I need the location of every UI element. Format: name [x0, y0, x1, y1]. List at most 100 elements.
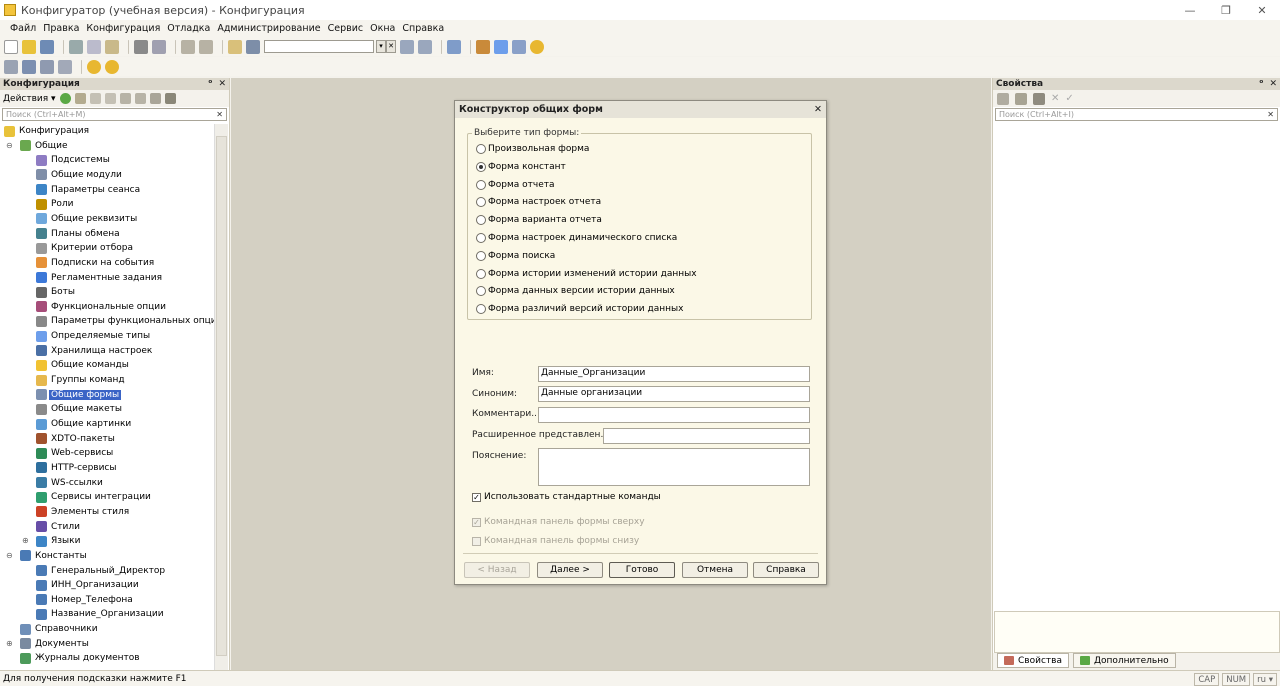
print-icon[interactable]	[134, 39, 148, 54]
tree-item[interactable]: Критерии отбора	[36, 241, 133, 255]
next-button[interactable]: Далее >	[537, 562, 603, 578]
menu-help[interactable]: Справка	[402, 23, 444, 34]
tab-additional[interactable]: Дополнительно	[1072, 653, 1176, 668]
form-type-radio[interactable]: Форма варианта отчета	[476, 215, 602, 226]
expand-icon[interactable]: ⊕	[6, 639, 14, 648]
toolbar-search-input[interactable]	[264, 40, 374, 53]
tab-properties[interactable]: Свойства	[997, 653, 1069, 668]
info-icon[interactable]	[530, 39, 544, 54]
form-type-radio[interactable]: Форма истории изменений истории данных	[476, 268, 697, 279]
windows-icon[interactable]	[447, 39, 461, 54]
back-button[interactable]: < Назад	[464, 562, 530, 578]
sort-icon[interactable]	[149, 93, 161, 104]
tree-item[interactable]: Параметры сеанса	[36, 183, 140, 197]
form-type-radio[interactable]: Форма настроек отчета	[476, 197, 601, 208]
tree-item[interactable]: ⊖ Общие	[6, 139, 68, 153]
tree-item-selected[interactable]: Общие формы	[36, 388, 122, 402]
find-prev-icon[interactable]	[418, 39, 432, 54]
dialog-close-icon[interactable]: ✕	[814, 104, 822, 115]
pin-icon[interactable]: ᵒ	[208, 79, 212, 89]
synonym-field[interactable]: Данные организации	[538, 386, 810, 402]
tree-item[interactable]: Подсистемы	[36, 153, 110, 167]
start-debug-icon[interactable]	[87, 59, 101, 74]
add-icon[interactable]	[59, 93, 71, 104]
tree-item[interactable]: Хранилища настроек	[36, 344, 152, 358]
standard-commands-checkbox[interactable]: ✓ Использовать стандартные команды	[472, 492, 661, 502]
config-db-icon[interactable]	[22, 59, 36, 74]
filter-icon[interactable]	[164, 93, 176, 104]
properties-search-input[interactable]: Поиск (Ctrl+Alt+I) ✕	[995, 108, 1278, 121]
tree-item[interactable]: WS-ссылки	[36, 476, 103, 490]
close-panel-icon[interactable]: ✕	[1269, 79, 1277, 89]
scrollbar-thumb[interactable]	[216, 136, 227, 656]
update-db-icon[interactable]	[40, 59, 54, 74]
form-type-radio[interactable]: Форма констант	[476, 161, 566, 172]
tree-item[interactable]: Регламентные задания	[36, 271, 162, 285]
search-dropdown-icon[interactable]: ▾	[376, 40, 386, 53]
extended-presentation-field[interactable]	[603, 428, 810, 444]
close-window-button[interactable]: ✕	[1244, 0, 1280, 20]
config-open-icon[interactable]	[4, 59, 18, 74]
redo-icon[interactable]	[199, 39, 213, 54]
tree-item[interactable]: Номер_Телефона	[36, 593, 133, 607]
move-down-icon[interactable]	[134, 93, 146, 104]
clear-configuration-search-icon[interactable]: ✕	[216, 110, 223, 119]
tree-item[interactable]: Общие макеты	[36, 402, 122, 416]
tree-item[interactable]: Роли	[36, 197, 74, 211]
help-button[interactable]: Справка	[753, 562, 819, 578]
close-panel-icon[interactable]: ✕	[218, 79, 226, 89]
clear-properties-search-icon[interactable]: ✕	[1267, 110, 1274, 119]
tree-item[interactable]: Параметры функциональных опций	[36, 314, 214, 328]
form-type-radio[interactable]: Произвольная форма	[476, 144, 589, 154]
collapse-icon[interactable]: ⊖	[6, 141, 14, 150]
comment-field[interactable]	[538, 407, 810, 423]
print-preview-icon[interactable]	[152, 39, 166, 54]
search-icon[interactable]	[246, 39, 260, 54]
menu-windows[interactable]: Окна	[370, 23, 395, 34]
tree-item[interactable]: Web-сервисы	[36, 446, 113, 460]
run-enterprise-icon[interactable]	[105, 59, 119, 74]
tree-item[interactable]: Общие модули	[36, 168, 122, 182]
tree-item[interactable]: Определяемые типы	[36, 329, 150, 343]
open-folder-icon[interactable]	[22, 39, 36, 54]
pin-icon[interactable]: ᵒ	[1259, 79, 1263, 89]
menu-administration[interactable]: Администрирование	[217, 23, 320, 34]
sort-alpha-icon[interactable]	[997, 92, 1009, 105]
paste-icon[interactable]	[105, 39, 119, 54]
tree-item[interactable]: HTTP-сервисы	[36, 461, 117, 475]
help-contents-icon[interactable]	[512, 39, 526, 54]
tree-item[interactable]: Журналы документов	[20, 651, 140, 665]
name-field[interactable]: Данные_Организации	[538, 366, 810, 382]
minimize-button[interactable]: —	[1172, 0, 1208, 20]
tree-item[interactable]: ИНН_Организации	[36, 578, 139, 592]
clear-search-icon[interactable]: ✕	[386, 40, 396, 53]
cancel-button[interactable]: Отмена	[682, 562, 748, 578]
language-selector[interactable]: ru ▾	[1253, 672, 1277, 686]
find-next-icon[interactable]	[400, 39, 414, 54]
tree-item[interactable]: Элементы стиля	[36, 505, 129, 519]
collapse-icon[interactable]: ⊖	[6, 551, 14, 560]
save-icon[interactable]	[40, 39, 54, 54]
tree-item[interactable]: ⊖ Константы	[6, 549, 87, 563]
tree-item[interactable]: Название_Организации	[36, 607, 164, 621]
maximize-button[interactable]: ❐	[1208, 0, 1244, 20]
menu-service[interactable]: Сервис	[328, 23, 364, 34]
tree-item[interactable]: Сервисы интеграции	[36, 490, 151, 504]
wizard-icon[interactable]	[476, 39, 490, 54]
new-file-icon[interactable]	[4, 39, 18, 54]
menu-file[interactable]: Файл	[10, 23, 36, 34]
panel-top-checkbox[interactable]: ✓ Командная панель формы сверху	[472, 517, 645, 527]
tree-item[interactable]: Общие картинки	[36, 417, 131, 431]
actions-menu-button[interactable]: Действия ▾	[3, 94, 56, 104]
find-in-tree-icon[interactable]	[228, 39, 242, 54]
edit-icon[interactable]	[74, 93, 86, 104]
tree-item[interactable]: Общие реквизиты	[36, 212, 137, 226]
undo-icon[interactable]	[181, 39, 195, 54]
tree-item[interactable]: Генеральный_Директор	[36, 564, 165, 578]
expand-icon[interactable]: ⊕	[22, 537, 30, 545]
categorize-icon[interactable]	[1015, 92, 1027, 105]
tree-item[interactable]: Планы обмена	[36, 227, 120, 241]
tree-item[interactable]: ⊕ Языки	[22, 534, 80, 548]
configuration-search-input[interactable]: Поиск (Ctrl+Alt+M) ✕	[2, 108, 227, 121]
done-button[interactable]: Готово	[609, 562, 675, 578]
